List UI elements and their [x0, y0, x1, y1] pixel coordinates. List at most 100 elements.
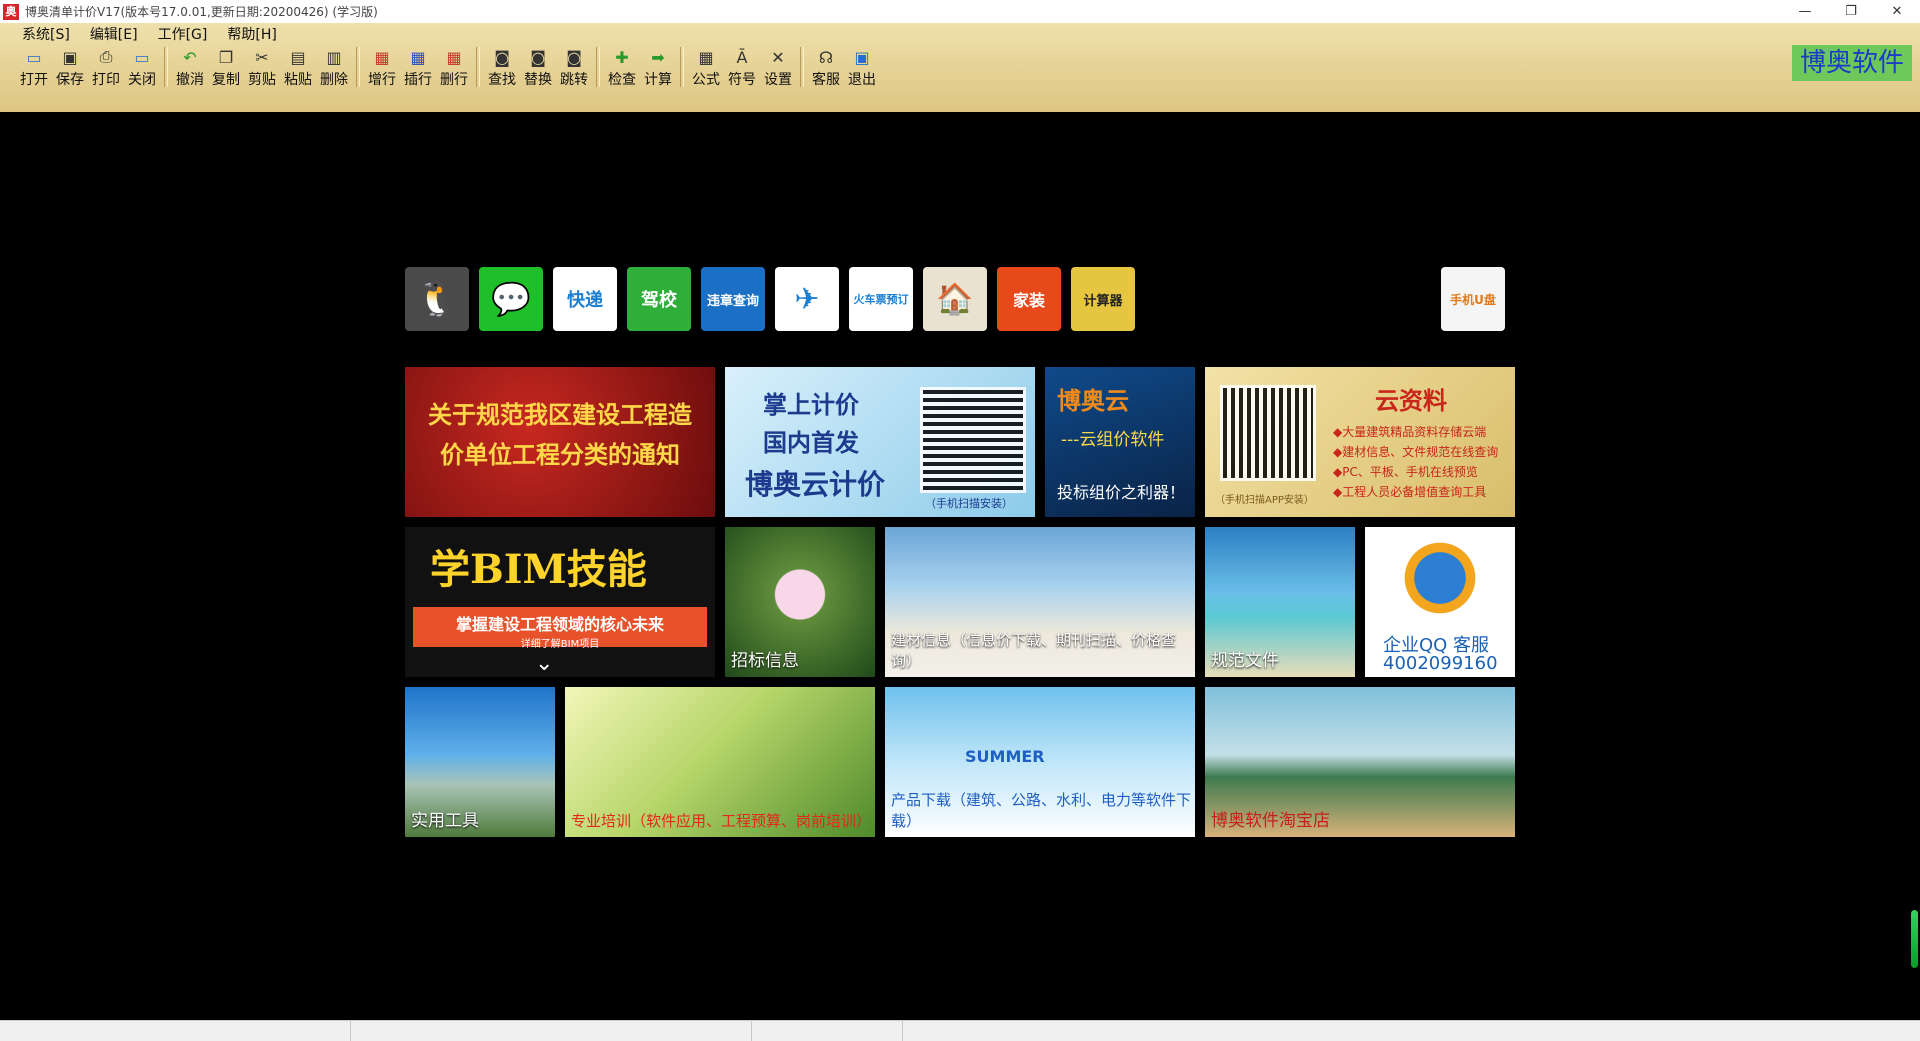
quick-link-decor[interactable]: 家装: [997, 267, 1061, 331]
tile-taobao[interactable]: 博奥软件淘宝店: [1205, 687, 1515, 837]
binoculars-icon: ◙: [494, 47, 510, 67]
chevron-down-icon: ⌄: [535, 651, 554, 676]
quick-link-qq[interactable]: 🐧: [405, 267, 469, 331]
delete-row-icon: ▦: [446, 47, 462, 67]
status-segment: [351, 1021, 752, 1041]
copy-icon: ❐: [218, 47, 234, 67]
taobao-label: 博奥软件淘宝店: [1211, 811, 1330, 831]
folder-icon: ▭: [26, 47, 42, 67]
qr-code: [920, 387, 1026, 493]
cloud-price-line1: 掌上计价: [763, 391, 859, 419]
quick-link-udisk[interactable]: 手机U盘: [1441, 267, 1505, 331]
find-button[interactable]: ◙ 查找: [484, 47, 520, 89]
menu-work[interactable]: 工作[G]: [150, 25, 216, 45]
toolbar-separator: [596, 47, 600, 87]
cloud-price-scan: （手机扫描安装）: [925, 497, 1013, 510]
brand-logo[interactable]: 博奥软件: [1791, 45, 1912, 81]
paste-button[interactable]: ▤ 粘贴: [280, 47, 316, 89]
quick-link-building[interactable]: 🏠: [923, 267, 987, 331]
scrollbar-thumb[interactable]: [1911, 910, 1918, 968]
settings-button[interactable]: ✕ 设置: [760, 47, 796, 89]
service-button[interactable]: ☊ 客服: [808, 47, 844, 89]
minimize-button[interactable]: —: [1782, 0, 1828, 23]
cloud-data-item-1: ◆大量建筑精品资料存储云端: [1333, 425, 1487, 439]
express-icon: 快递: [567, 290, 603, 311]
tile-qq-service[interactable]: 企业QQ 客服 4002099160: [1365, 527, 1515, 677]
quick-link-driving[interactable]: 驾校: [627, 267, 691, 331]
toolbar-separator: [164, 47, 168, 87]
home-decor-icon: 家装: [1012, 291, 1045, 310]
symbol-button[interactable]: Ā 符号: [724, 47, 760, 89]
cut-button[interactable]: ✂ 剪贴: [244, 47, 280, 89]
open-button[interactable]: ▭ 打开: [16, 47, 52, 89]
jump-button[interactable]: ◙ 跳转: [556, 47, 592, 89]
quick-link-express[interactable]: 快递: [553, 267, 617, 331]
print-button[interactable]: ⎙ 打印: [88, 47, 124, 89]
settings-icon: ✕: [771, 47, 785, 67]
status-segment: [752, 1021, 903, 1041]
save-icon: ▣: [62, 47, 78, 67]
delete-icon: ▥: [326, 47, 342, 67]
print-icon: ⎙: [99, 47, 113, 66]
tile-bim[interactable]: 学BIM技能 掌握建设工程领域的核心未来 详细了解BIM项目 ⌄: [405, 527, 715, 677]
start-page: 🐧 💬 快递 驾校 违章查询 ✈ 火车票预订 🏠 家装 计算器 手机U盘 关于规…: [0, 112, 1920, 1020]
tile-materials[interactable]: 建材信息（信息价下载、期刊扫描、价格查询）: [885, 527, 1195, 677]
qq-service-icon: [1395, 533, 1485, 623]
driving-school-icon: 驾校: [641, 290, 677, 311]
cloud-price-line3: 博奥云计价: [745, 468, 886, 501]
window-controls: — ❐ ✕: [1782, 0, 1920, 23]
quick-link-calculator[interactable]: 计算器: [1071, 267, 1135, 331]
airline-icon: ✈: [794, 281, 820, 317]
bidding-label: 招标信息: [731, 651, 799, 671]
tile-cloud-pricing[interactable]: 掌上计价 国内首发 博奥云计价 （手机扫描安装）: [725, 367, 1035, 517]
train-ticket-icon: 火车票预订: [853, 293, 909, 306]
cloud-data-item-2: ◆建材信息、文件规范在线查询: [1333, 445, 1499, 459]
title-bar: 奥 博奥清单计价V17(版本号17.0.01,更新日期:20200426) (学…: [0, 0, 1920, 23]
menu-help[interactable]: 帮助[H]: [219, 25, 284, 45]
jump-icon: ◙: [566, 47, 582, 67]
toolbar-separator: [476, 47, 480, 87]
tile-tools[interactable]: 实用工具: [405, 687, 555, 837]
calculate-button[interactable]: ➡ 计算: [640, 47, 676, 89]
undo-button[interactable]: ↶ 撤消: [172, 47, 208, 89]
delete-row-button[interactable]: ▦ 删行: [436, 47, 472, 89]
quick-link-airline[interactable]: ✈: [775, 267, 839, 331]
quick-link-wechat[interactable]: 💬: [479, 267, 543, 331]
tile-cloud-software[interactable]: 博奥云 ---云组价软件 投标组价之利器！: [1045, 367, 1195, 517]
tile-bidding[interactable]: 招标信息: [725, 527, 875, 677]
tile-notice[interactable]: 关于规范我区建设工程造价单位工程分类的通知: [405, 367, 715, 517]
tile-training[interactable]: 专业培训（软件应用、工程预算、岗前培训）: [565, 687, 875, 837]
calc-arrow-icon: ➡: [651, 47, 665, 67]
formula-button[interactable]: ▦ 公式: [688, 47, 724, 89]
toolbar: ▭ 打开 ▣ 保存 ⎙ 打印 ▭ 关闭 ↶ 撤消 ❐ 复制 ✂ 剪贴 ▤ 粘贴 ▥ 删除 ▦ 增行 …: [16, 47, 880, 107]
add-row-icon: ▦: [374, 47, 390, 67]
menu-system[interactable]: 系统[S]: [14, 25, 78, 45]
close-doc-button[interactable]: ▭ 关闭: [124, 47, 160, 89]
exit-button[interactable]: ▣ 退出: [844, 47, 880, 89]
tile-standards[interactable]: 规范文件: [1205, 527, 1355, 677]
quick-link-train[interactable]: 火车票预订: [849, 267, 913, 331]
downloads-label: 产品下载（建筑、公路、水利、电力等软件下载）: [891, 791, 1192, 830]
save-button[interactable]: ▣ 保存: [52, 47, 88, 89]
window-title: 博奥清单计价V17(版本号17.0.01,更新日期:20200426) (学习版…: [25, 5, 378, 19]
notice-text: 关于规范我区建设工程造价单位工程分类的通知: [428, 401, 692, 469]
replace-icon: ◙: [530, 47, 546, 67]
delete-button[interactable]: ▥ 删除: [316, 47, 352, 89]
add-row-button[interactable]: ▦ 增行: [364, 47, 400, 89]
copy-button[interactable]: ❐ 复制: [208, 47, 244, 89]
close-button[interactable]: ✕: [1874, 0, 1920, 23]
replace-button[interactable]: ◙ 替换: [520, 47, 556, 89]
summer-text: SUMMER: [965, 747, 1045, 766]
tile-cloud-data[interactable]: （手机扫描APP安装） 云资料 ◆大量建筑精品资料存储云端 ◆建材信息、文件规范…: [1205, 367, 1515, 517]
tools-label: 实用工具: [411, 811, 479, 831]
tile-downloads[interactable]: SUMMER 产品下载（建筑、公路、水利、电力等软件下载）: [885, 687, 1195, 837]
bim-detail-link[interactable]: 详细了解BIM项目: [413, 635, 707, 650]
insert-row-button[interactable]: ▦ 插行: [400, 47, 436, 89]
qr-code: [1220, 385, 1316, 481]
check-button[interactable]: ✚ 检查: [604, 47, 640, 89]
quick-link-violation[interactable]: 违章查询: [701, 267, 765, 331]
toolbar-separator: [356, 47, 360, 87]
menu-edit[interactable]: 编辑[E]: [82, 25, 146, 45]
building-icon: 🏠: [936, 281, 974, 317]
restore-button[interactable]: ❐: [1828, 0, 1874, 23]
